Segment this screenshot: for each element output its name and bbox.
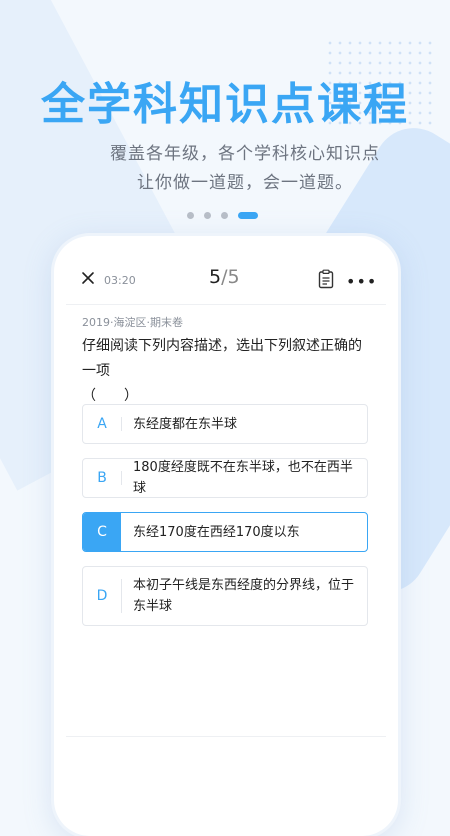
option-divider: [121, 417, 122, 431]
quiz-screen: 03:20 5/5 ••• 2019·海淀区·期末卷 仔细阅读下列内容描述，选出…: [66, 248, 386, 836]
promo-headline: 全学科知识点课程: [41, 79, 409, 130]
more-icon[interactable]: •••: [346, 272, 377, 291]
answer-sheet-icon[interactable]: [318, 269, 334, 289]
page-dot-4-active[interactable]: [238, 212, 258, 219]
close-icon[interactable]: [80, 270, 96, 286]
option-b-letter: B: [97, 470, 107, 486]
page-dot-1[interactable]: [187, 212, 194, 219]
progress-total: /5: [221, 266, 240, 288]
option-divider: [121, 471, 122, 485]
option-d[interactable]: D 本初子午线是东西经度的分界线，位于东半球: [82, 566, 368, 626]
phone-mockup: 03:20 5/5 ••• 2019·海淀区·期末卷 仔细阅读下列内容描述，选出…: [54, 236, 398, 836]
option-a-text: 东经度都在东半球: [133, 416, 238, 432]
option-divider: [121, 579, 122, 613]
promo-subtitle-line1: 覆盖各年级，各个学科核心知识点: [110, 144, 380, 164]
page-dot-3[interactable]: [221, 212, 228, 219]
option-c-selected[interactable]: C 东经170度在西经170度以东: [82, 512, 368, 552]
question-source: 2019·海淀区·期末卷: [82, 316, 183, 329]
option-b[interactable]: B 180度经度既不在东半球，也不在西半球: [82, 458, 368, 498]
option-b-text: 180度经度既不在东半球，也不在西半球: [133, 460, 353, 496]
option-a-letter: A: [97, 416, 107, 432]
option-d-letter: D: [96, 588, 108, 604]
page-dot-2[interactable]: [204, 212, 211, 219]
progress-current: 5: [209, 266, 222, 288]
option-d-text: 本初子午线是东西经度的分界线，位于东半球: [133, 578, 355, 614]
option-c-letter: C: [83, 513, 121, 551]
option-c-text: 东经170度在西经170度以东: [133, 524, 300, 540]
question-text: 仔细阅读下列内容描述，选出下列叙述正确的一项 （ ）: [82, 334, 362, 409]
page-indicator: [187, 212, 258, 219]
quiz-top-bar: 03:20 5/5 •••: [66, 248, 386, 305]
bottom-divider: [66, 736, 386, 737]
question-progress: 5/5: [209, 266, 240, 288]
promo-subtitle-line2: 让你做一道题，会一道题。: [137, 173, 353, 193]
option-a[interactable]: A 东经度都在东半球: [82, 404, 368, 444]
quiz-timer: 03:20: [104, 274, 136, 287]
question-line-1: 仔细阅读下列内容描述，选出下列叙述正确的一项: [82, 338, 362, 379]
